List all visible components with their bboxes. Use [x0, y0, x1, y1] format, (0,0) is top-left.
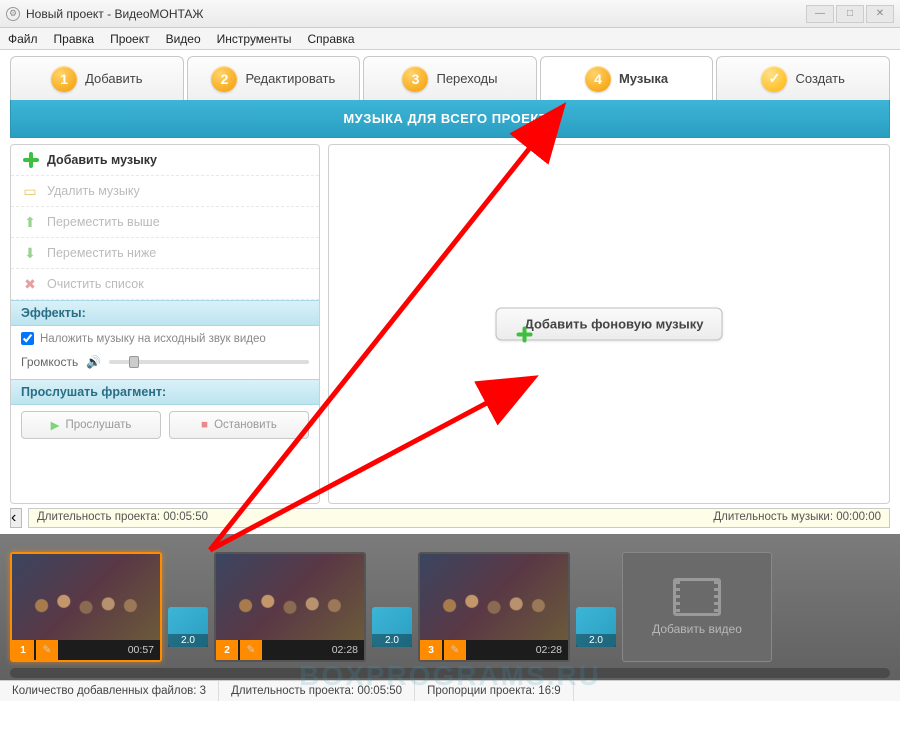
step-2-badge: 2: [211, 66, 237, 92]
clip-2[interactable]: 2 ✎ 02:28: [214, 552, 366, 662]
clip-thumbnail: [420, 554, 568, 640]
menu-tools[interactable]: Инструменты: [217, 32, 292, 46]
app-icon: ⚙: [6, 7, 20, 21]
overlay-music-row[interactable]: Наложить музыку на исходный звук видео: [11, 326, 319, 351]
clip-time: 02:28: [262, 644, 364, 656]
music-side-panel: Добавить музыку ▭ Удалить музыку ⬆ Перем…: [10, 144, 320, 504]
volume-slider[interactable]: [109, 360, 309, 364]
stop-icon: ■: [201, 419, 208, 431]
x-icon: ✖: [21, 275, 39, 293]
tab-create[interactable]: ✓ Создать: [716, 56, 890, 100]
status-files: Количество добавленных файлов: 3: [0, 681, 219, 701]
clip-1[interactable]: ✂★ 1 ✎ 00:57: [10, 552, 162, 662]
music-duration: Длительность музыки: 00:00:00: [713, 511, 881, 525]
step-tabs: 1 Добавить 2 Редактировать 3 Переходы 4 …: [0, 50, 900, 100]
clip-index: 3: [420, 640, 442, 660]
transition-2[interactable]: 2.0: [372, 607, 412, 647]
step-create-badge: ✓: [761, 66, 787, 92]
effects-header: Эффекты:: [11, 300, 319, 326]
add-music-button[interactable]: Добавить музыку: [11, 145, 319, 176]
move-down-button[interactable]: ⬇ Переместить ниже: [11, 238, 319, 269]
film-icon: [673, 578, 721, 616]
clip-index: 2: [216, 640, 238, 660]
arrow-down-icon: ⬇: [21, 244, 39, 262]
tab-edit-label: Редактировать: [245, 71, 335, 86]
edit-icon[interactable]: ✎: [240, 640, 262, 660]
close-button[interactable]: ✕: [866, 5, 894, 23]
section-banner: МУЗЫКА ДЛЯ ВСЕГО ПРОЕКТА: [10, 100, 890, 138]
volume-row: Громкость 🔊: [11, 351, 319, 379]
arrow-up-icon: ⬆: [21, 213, 39, 231]
move-up-button[interactable]: ⬆ Переместить выше: [11, 207, 319, 238]
banner-text: МУЗЫКА ДЛЯ ВСЕГО ПРОЕКТА: [343, 111, 556, 126]
window-title: Новый проект - ВидеоМОНТАЖ: [26, 7, 204, 21]
menu-video[interactable]: Видео: [166, 32, 201, 46]
music-list-panel: Добавить фоновую музыку: [328, 144, 890, 504]
move-down-label: Переместить ниже: [47, 246, 156, 260]
add-video-label: Добавить видео: [652, 622, 742, 636]
timeline-scrollbar[interactable]: [10, 668, 890, 678]
play-button[interactable]: ▶ Прослушать: [21, 411, 161, 439]
clip-time: 02:28: [466, 644, 568, 656]
step-1-badge: 1: [51, 66, 77, 92]
tab-transitions-label: Переходы: [436, 71, 497, 86]
tab-add-label: Добавить: [85, 71, 142, 86]
status-duration: Длительность проекта: 00:05:50: [219, 681, 415, 701]
add-bg-music-label: Добавить фоновую музыку: [525, 317, 704, 332]
preview-header: Прослушать фрагмент:: [11, 379, 319, 405]
volume-label: Громкость: [21, 355, 78, 369]
tab-music[interactable]: 4 Музыка: [540, 56, 714, 100]
overlay-checkbox[interactable]: [21, 332, 34, 345]
clear-list-button[interactable]: ✖ Очистить список: [11, 269, 319, 300]
edit-icon[interactable]: ✎: [444, 640, 466, 660]
move-up-label: Переместить выше: [47, 215, 160, 229]
tab-music-label: Музыка: [619, 71, 668, 86]
statusbar: Количество добавленных файлов: 3 Длитель…: [0, 680, 900, 701]
duration-bar: ‹ Длительность проекта: 00:05:50 Длитель…: [10, 508, 890, 528]
speaker-icon: 🔊: [86, 355, 101, 369]
clear-list-label: Очистить список: [47, 277, 144, 291]
titlebar: ⚙ Новый проект - ВидеоМОНТАЖ — □ ✕: [0, 0, 900, 28]
step-3-badge: 3: [402, 66, 428, 92]
step-4-badge: 4: [585, 66, 611, 92]
menu-help[interactable]: Справка: [307, 32, 354, 46]
add-video-button[interactable]: Добавить видео: [622, 552, 772, 662]
project-duration: Длительность проекта: 00:05:50: [37, 511, 208, 525]
minimize-button[interactable]: —: [806, 5, 834, 23]
delete-music-button[interactable]: ▭ Удалить музыку: [11, 176, 319, 207]
menu-file[interactable]: Файл: [8, 32, 38, 46]
overlay-label: Наложить музыку на исходный звук видео: [40, 333, 266, 345]
play-label: Прослушать: [65, 419, 131, 431]
tab-add[interactable]: 1 Добавить: [10, 56, 184, 100]
timeline: ✂★ 1 ✎ 00:57 2.0 2 ✎ 02:28 2.0 3 ✎ 02:28…: [0, 534, 900, 680]
stop-button[interactable]: ■ Остановить: [169, 411, 309, 439]
maximize-button[interactable]: □: [836, 5, 864, 23]
workarea: Добавить музыку ▭ Удалить музыку ⬆ Перем…: [10, 144, 890, 504]
scrub-left[interactable]: ‹: [10, 508, 22, 528]
transition-3[interactable]: 2.0: [576, 607, 616, 647]
stop-label: Остановить: [214, 419, 277, 431]
play-icon: ▶: [51, 418, 60, 432]
delete-music-label: Удалить музыку: [47, 184, 140, 198]
plus-icon: [21, 151, 39, 169]
clip-thumbnail: [216, 554, 364, 640]
tab-edit[interactable]: 2 Редактировать: [187, 56, 361, 100]
add-music-label: Добавить музыку: [47, 153, 157, 167]
menubar: Файл Правка Проект Видео Инструменты Спр…: [0, 28, 900, 50]
menu-edit[interactable]: Правка: [54, 32, 95, 46]
menu-project[interactable]: Проект: [110, 32, 150, 46]
folder-icon: ▭: [21, 182, 39, 200]
clip-index: 1: [12, 640, 34, 660]
tab-create-label: Создать: [795, 71, 844, 86]
clip-time: 00:57: [58, 644, 160, 656]
duration-info: Длительность проекта: 00:05:50 Длительно…: [28, 508, 890, 528]
tab-transitions[interactable]: 3 Переходы: [363, 56, 537, 100]
status-ratio: Пропорции проекта: 16:9: [415, 681, 574, 701]
transition-1[interactable]: 2.0: [168, 607, 208, 647]
clip-3[interactable]: 3 ✎ 02:28: [418, 552, 570, 662]
edit-icon[interactable]: ✎: [36, 640, 58, 660]
add-bg-music-button[interactable]: Добавить фоновую музыку: [496, 308, 723, 341]
clip-thumbnail: [12, 554, 160, 640]
